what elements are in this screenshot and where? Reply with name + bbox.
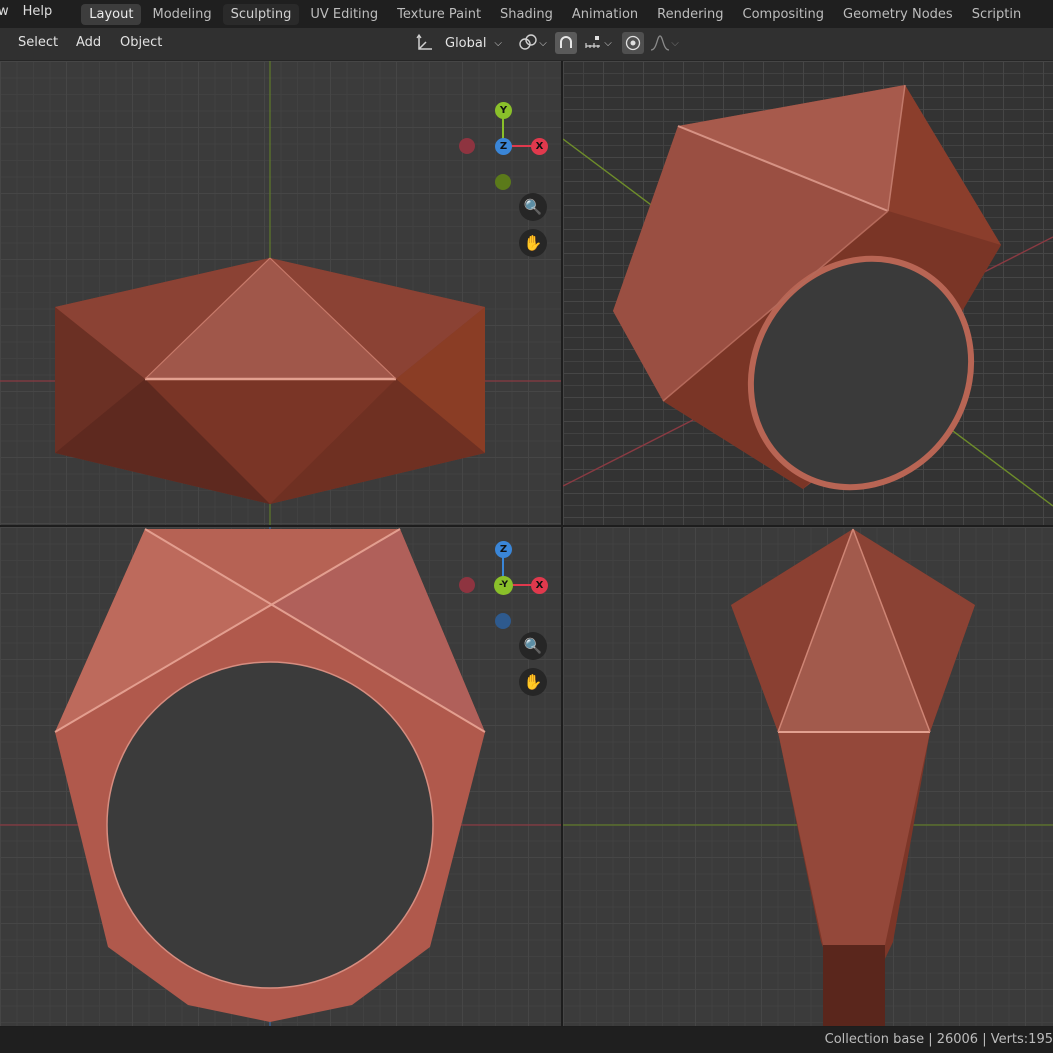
gizmo-y-handle[interactable]: Y — [495, 102, 512, 119]
tab-texture-paint[interactable]: Texture Paint — [389, 4, 489, 25]
proportional-icon — [625, 35, 641, 51]
orientation-label: Global — [445, 35, 487, 51]
zoom-icon[interactable]: 🔍 — [519, 632, 547, 660]
add-menu[interactable]: Add — [76, 28, 101, 60]
gizmo-neg-y-handle[interactable]: -Y — [494, 576, 513, 595]
hand-pan-icon[interactable]: ✋ — [519, 229, 547, 257]
navigation-gizmo-top[interactable]: Y Z X — [455, 98, 551, 198]
zoom-icon[interactable]: 🔍 — [519, 193, 547, 221]
falloff-curve-icon — [651, 35, 670, 51]
orientation-icon — [416, 33, 432, 50]
select-menu[interactable]: Select — [18, 28, 58, 60]
viewport-perspective[interactable] — [563, 61, 1053, 525]
snap-toggle[interactable] — [555, 32, 577, 54]
snap-increment-icon — [585, 36, 601, 48]
navigation-gizmo-front[interactable]: Z -Y X — [455, 538, 551, 638]
tab-shading[interactable]: Shading — [492, 4, 561, 25]
object-menu[interactable]: Object — [120, 28, 162, 60]
tab-uv-editing[interactable]: UV Editing — [302, 4, 386, 25]
pivot-point-dropdown[interactable]: ⌵ — [514, 32, 550, 54]
workspace-tabs: Layout Modeling Sculpting UV Editing Tex… — [81, 3, 1032, 25]
magnet-icon — [560, 36, 572, 48]
status-bar: Collection base | 26006 | Verts:195 — [0, 1027, 1053, 1053]
viewport-front[interactable]: Z -Y X 🔍 ✋ — [0, 527, 561, 1026]
top-bar: w Help Layout Modeling Sculpting UV Edit… — [0, 0, 1053, 28]
link-icon — [519, 34, 537, 50]
chevron-down-icon: ⌵ — [539, 37, 547, 49]
hand-pan-icon[interactable]: ✋ — [519, 668, 547, 696]
viewport-header: Select Add Object Global ⌵ ⌵ ⌵ ⌵ — [0, 28, 1053, 61]
gizmo-z-handle[interactable]: Z — [495, 138, 512, 155]
chevron-down-icon: ⌵ — [604, 37, 612, 49]
tab-rendering[interactable]: Rendering — [649, 4, 731, 25]
tab-modeling[interactable]: Modeling — [144, 4, 219, 25]
tab-geometry-nodes[interactable]: Geometry Nodes — [835, 4, 961, 25]
chevron-down-icon: ⌵ — [494, 37, 502, 49]
ring-perspective-view — [563, 84, 1053, 507]
tab-layout[interactable]: Layout — [81, 3, 142, 25]
viewport-side[interactable] — [563, 527, 1053, 1026]
gizmo-z-handle[interactable]: Z — [495, 541, 512, 558]
tab-animation[interactable]: Animation — [564, 4, 646, 25]
tab-sculpting[interactable]: Sculpting — [222, 3, 300, 25]
viewport-top[interactable]: Y Z X 🔍 ✋ — [0, 61, 561, 525]
falloff-dropdown[interactable]: ⌵ — [646, 32, 682, 54]
snap-target-dropdown[interactable]: ⌵ — [578, 32, 618, 54]
menu-help[interactable]: Help — [16, 0, 60, 28]
proportional-editing-toggle[interactable] — [622, 32, 644, 54]
tab-scripting[interactable]: Scriptin — [964, 4, 1030, 25]
transform-orientation-dropdown[interactable]: Global ⌵ — [415, 32, 507, 54]
gizmo-x-handle[interactable]: X — [531, 577, 548, 594]
menu-window[interactable]: w — [0, 0, 16, 28]
tab-compositing[interactable]: Compositing — [735, 4, 833, 25]
chevron-down-icon: ⌵ — [671, 37, 679, 49]
gizmo-x-handle[interactable]: X — [531, 138, 548, 155]
status-scene-stats: Collection base | 26006 | Verts:195 — [824, 1032, 1053, 1047]
ring-side-view — [563, 528, 1053, 1026]
